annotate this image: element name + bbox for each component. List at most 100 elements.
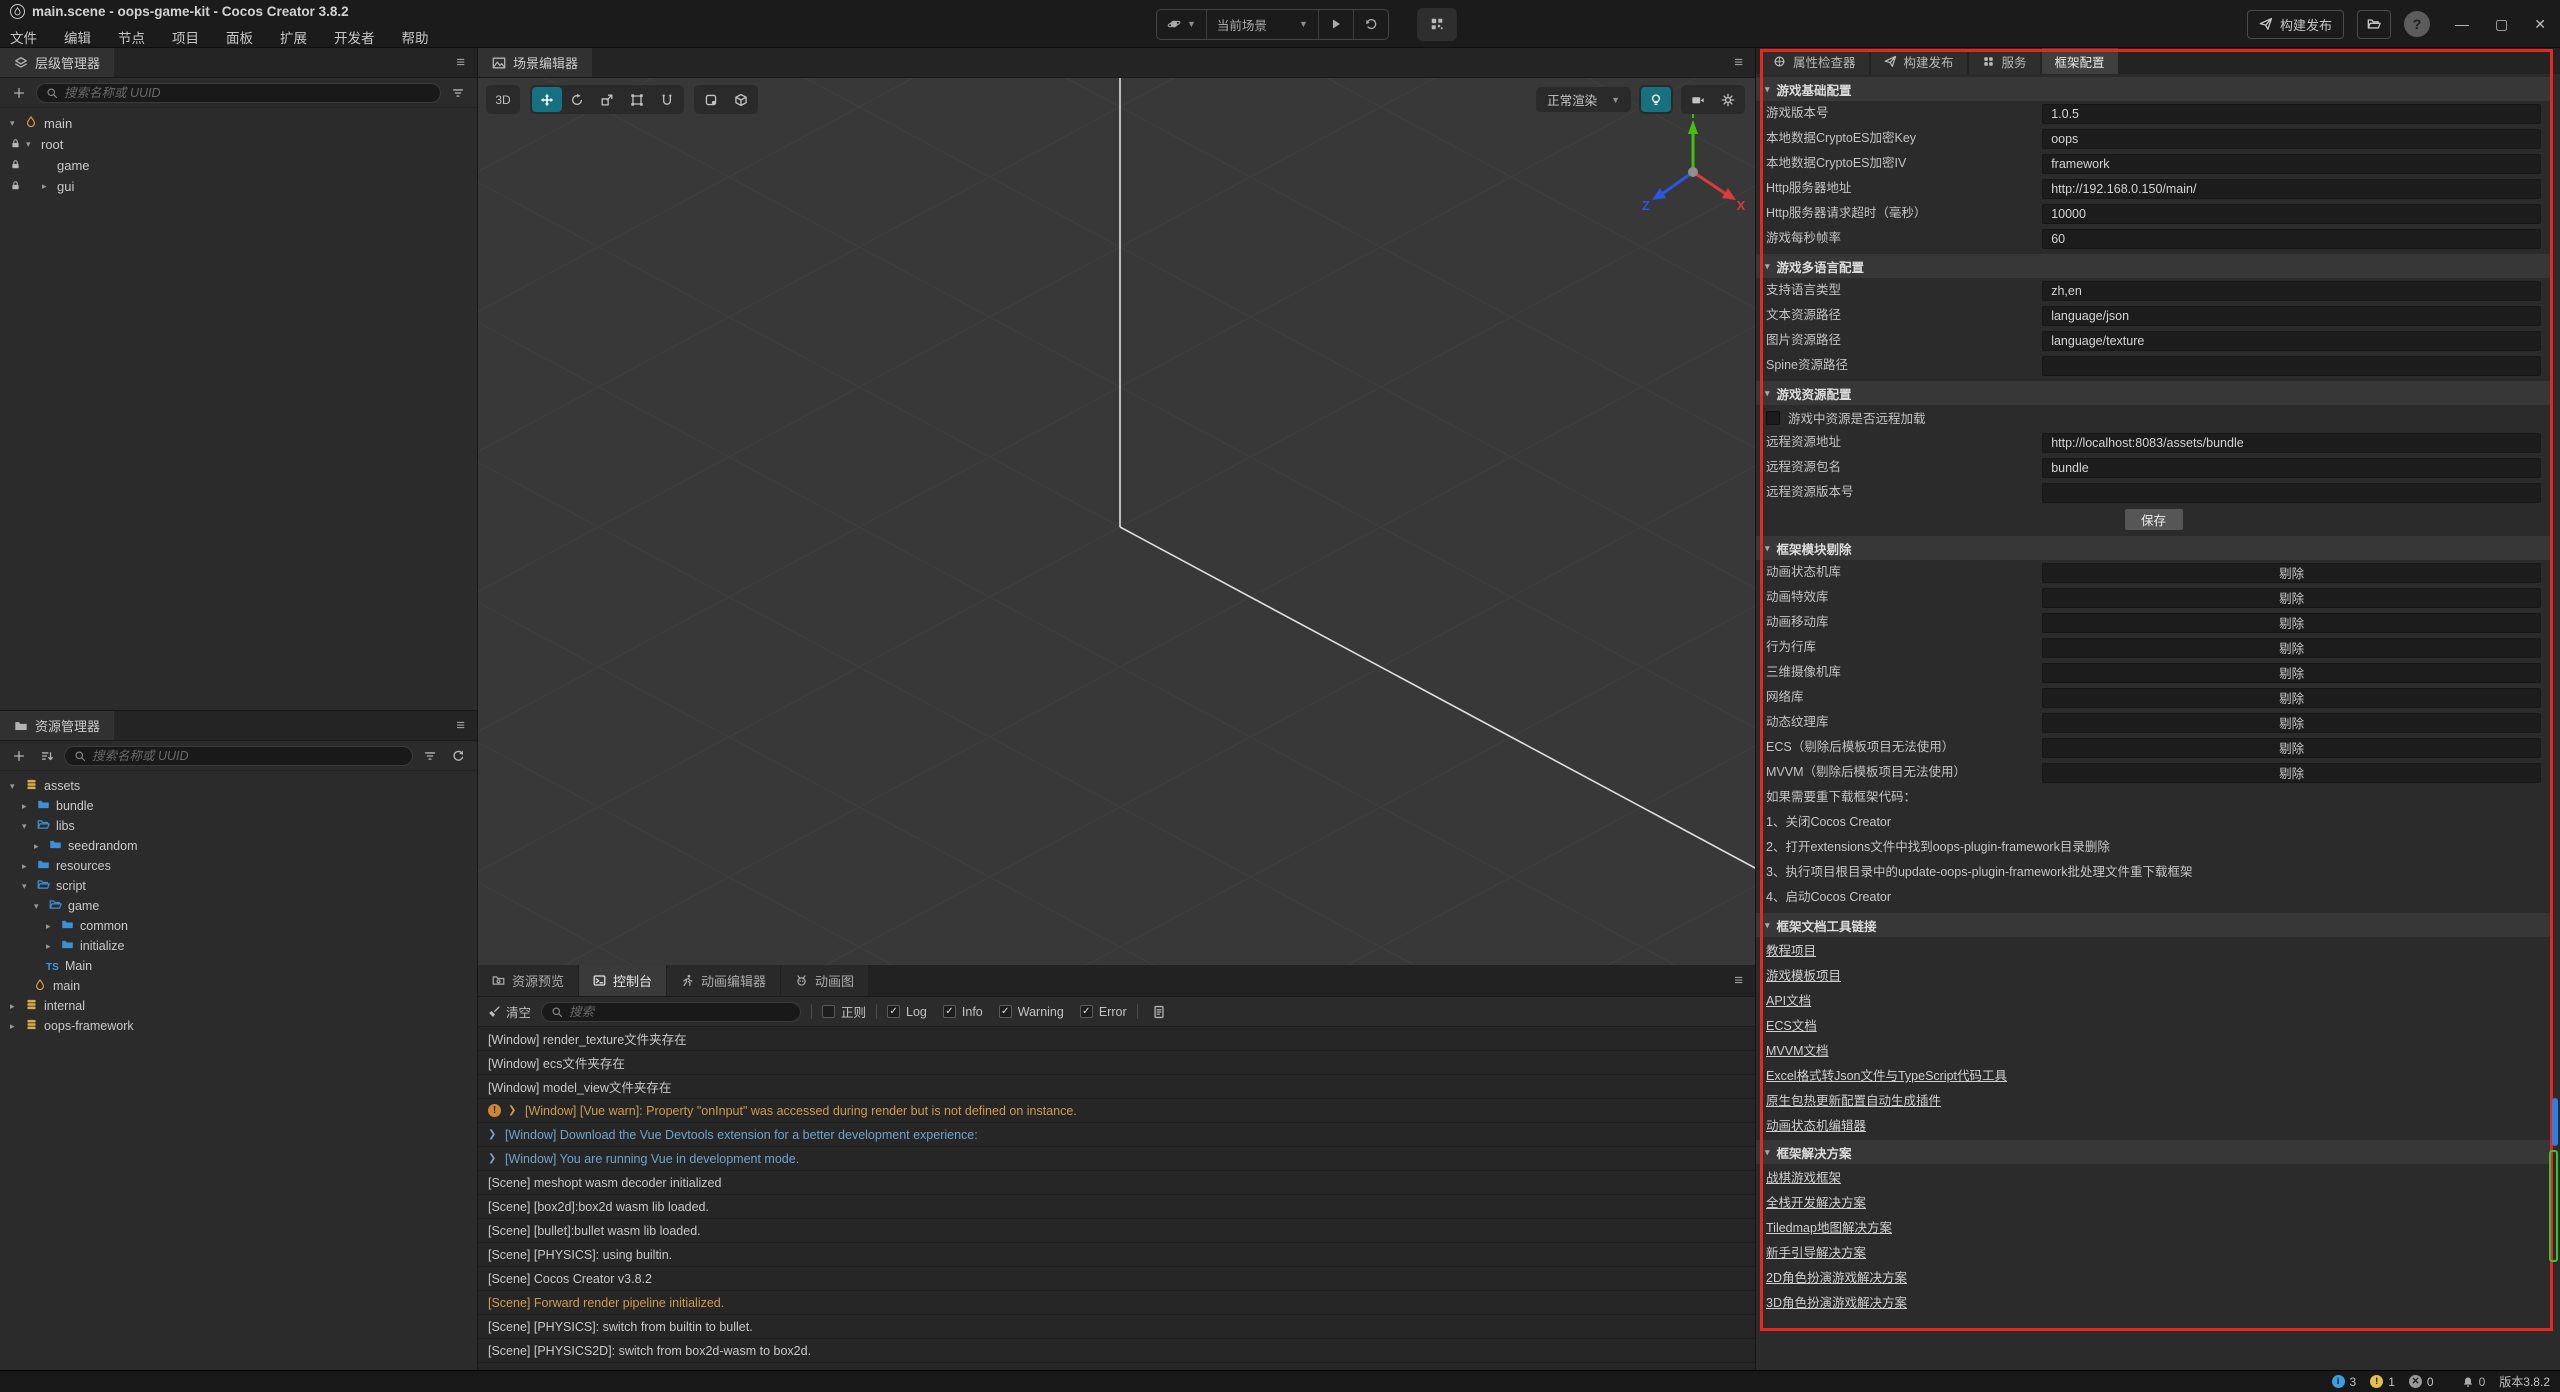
inspector-tab-2[interactable]: 服务 (1969, 48, 2040, 74)
asset-node-initialize[interactable]: ▸initialize (0, 936, 477, 956)
anchor-tool-button[interactable] (652, 87, 682, 112)
console-tab-2[interactable]: 动画编辑器 (667, 965, 781, 996)
console-menu-icon[interactable]: ≡ (1722, 965, 1755, 996)
error-count[interactable]: ✕ 0 (2409, 1375, 2434, 1389)
asset-node-oops-framework[interactable]: ▸oops-framework (0, 1016, 477, 1036)
assets-filter-button[interactable] (419, 746, 441, 766)
maximize-button[interactable]: ▢ (2495, 16, 2508, 33)
console-message-1[interactable]: [Window] ecs文件夹存在 (478, 1051, 1755, 1075)
minimize-button[interactable]: — (2455, 16, 2469, 33)
warning-count[interactable]: ! 1 (2370, 1375, 2395, 1389)
field-input[interactable] (2042, 229, 2541, 249)
console-message-7[interactable]: [Scene] [box2d]:box2d wasm lib loaded. (478, 1195, 1755, 1219)
section-header-3[interactable]: ▾框架模块剔除 (1756, 536, 2551, 560)
console-log-file-button[interactable] (1148, 1002, 1170, 1022)
doc-link[interactable]: MVVM文档 (1766, 1040, 1829, 1059)
chevron-right-icon[interactable]: ▸ (34, 841, 49, 852)
asset-node-bundle[interactable]: ▸bundle (0, 796, 477, 816)
hierarchy-node-root[interactable]: ▾root (0, 134, 477, 155)
field-input[interactable] (2042, 204, 2541, 224)
menu-item-7[interactable]: 帮助 (402, 27, 429, 47)
chevron-right-icon[interactable]: ▸ (10, 1021, 25, 1032)
console-tab-0[interactable]: 资源预览 (478, 965, 579, 996)
filter-error-checkbox[interactable]: ✓Error (1080, 1005, 1127, 1019)
save-button[interactable]: 保存 (2125, 509, 2183, 530)
console-message-0[interactable]: [Window] render_texture文件夹存在 (478, 1027, 1755, 1051)
remove-module-button[interactable]: 剔除 (2042, 638, 2541, 658)
filter-info-checkbox[interactable]: ✓Info (943, 1005, 983, 1019)
doc-link[interactable]: 原生包热更新配置自动生成插件 (1766, 1090, 1941, 1109)
remove-module-button[interactable]: 剔除 (2042, 613, 2541, 633)
expand-chevron-icon[interactable]: ❯ (488, 1129, 498, 1140)
expand-chevron-icon[interactable]: ❯ (488, 1153, 498, 1164)
asset-node-common[interactable]: ▸common (0, 916, 477, 936)
checkbox-icon[interactable] (1766, 411, 1780, 425)
console-message-10[interactable]: [Scene] Cocos Creator v3.8.2 (478, 1267, 1755, 1291)
doc-link[interactable]: 2D角色扮演游戏解决方案 (1766, 1267, 1907, 1286)
chevron-down-icon[interactable]: ▾ (10, 118, 25, 129)
field-input[interactable] (2042, 458, 2541, 478)
scene-tab[interactable]: 场景编辑器 (478, 48, 592, 77)
hierarchy-node-gui[interactable]: ▸gui (0, 176, 477, 197)
asset-node-Main[interactable]: TSMain (0, 956, 477, 976)
console-message-8[interactable]: [Scene] [bullet]:bullet wasm lib loaded. (478, 1219, 1755, 1243)
chevron-right-icon[interactable]: ▸ (10, 1001, 25, 1012)
remove-module-button[interactable]: 剔除 (2042, 688, 2541, 708)
doc-link[interactable]: 3D角色扮演游戏解决方案 (1766, 1292, 1907, 1311)
console-message-2[interactable]: [Window] model_view文件夹存在 (478, 1075, 1755, 1099)
chevron-right-icon[interactable]: ▸ (46, 921, 61, 932)
console-message-4[interactable]: ❯[Window] Download the Vue Devtools exte… (478, 1123, 1755, 1147)
doc-link[interactable]: 游戏模板项目 (1766, 965, 1841, 984)
asset-node-assets[interactable]: ▾assets (0, 776, 477, 796)
field-input[interactable] (2042, 179, 2541, 199)
hierarchy-node-game[interactable]: game (0, 155, 477, 176)
scrollbar-thumb[interactable] (2552, 1098, 2558, 1146)
info-count[interactable]: i 3 (2332, 1375, 2357, 1389)
menu-item-5[interactable]: 扩展 (280, 27, 307, 47)
menu-item-4[interactable]: 面板 (226, 27, 253, 47)
play-button[interactable] (1319, 10, 1354, 39)
preview-target-button[interactable]: ▼ (1157, 10, 1207, 39)
build-publish-button[interactable]: 构建发布 (2247, 10, 2344, 39)
scene-viewport[interactable] (478, 78, 1755, 965)
field-input[interactable] (2042, 331, 2541, 351)
hierarchy-search-input[interactable] (64, 86, 431, 100)
chevron-right-icon[interactable]: ▸ (22, 801, 37, 812)
scene-settings-button[interactable] (1713, 87, 1743, 112)
regex-checkbox[interactable]: 正则 (822, 1002, 866, 1021)
field-input[interactable] (2042, 483, 2541, 503)
console-message-5[interactable]: ❯[Window] You are running Vue in develop… (478, 1147, 1755, 1171)
filter-log-checkbox[interactable]: ✓Log (887, 1005, 927, 1019)
doc-link[interactable]: 教程项目 (1766, 940, 1816, 959)
section-header-0[interactable]: ▾游戏基础配置 (1756, 77, 2551, 101)
doc-link[interactable]: 全栈开发解决方案 (1766, 1192, 1866, 1211)
chevron-down-icon[interactable]: ▾ (26, 139, 41, 150)
3d-toggle-button[interactable]: 3D (488, 87, 518, 112)
asset-node-resources[interactable]: ▸resources (0, 856, 477, 876)
field-input[interactable] (2042, 154, 2541, 174)
render-mode-dropdown[interactable]: 正常渲染 ▼ (1536, 87, 1631, 112)
assets-menu-icon[interactable]: ≡ (444, 711, 477, 740)
asset-node-script[interactable]: ▾script (0, 876, 477, 896)
asset-node-internal[interactable]: ▸internal (0, 996, 477, 1016)
chevron-down-icon[interactable]: ▾ (10, 781, 25, 792)
remove-module-button[interactable]: 剔除 (2042, 763, 2541, 783)
menu-item-6[interactable]: 开发者 (334, 27, 375, 47)
assets-search-input[interactable] (92, 749, 403, 763)
open-project-folder-button[interactable] (2357, 10, 2391, 39)
help-button[interactable]: ? (2404, 11, 2430, 37)
hierarchy-menu-icon[interactable]: ≡ (444, 48, 477, 77)
preview-qr-button[interactable] (1417, 8, 1457, 41)
menu-item-2[interactable]: 节点 (118, 27, 145, 47)
section-header-5[interactable]: ▾框架解决方案 (1756, 1140, 2551, 1164)
console-message-13[interactable]: [Scene] [PHYSICS2D]: switch from box2d-w… (478, 1339, 1755, 1363)
filter-warning-checkbox[interactable]: ✓Warning (999, 1005, 1064, 1019)
expand-chevron-icon[interactable]: ❯ (508, 1105, 518, 1116)
console-message-12[interactable]: [Scene] [PHYSICS]: switch from builtin t… (478, 1315, 1755, 1339)
pivot-toggle-button[interactable] (696, 87, 726, 112)
chevron-down-icon[interactable]: ▾ (22, 821, 37, 832)
doc-link[interactable]: 新手引导解决方案 (1766, 1242, 1866, 1261)
rotate-tool-button[interactable] (562, 87, 592, 112)
remove-module-button[interactable]: 剔除 (2042, 713, 2541, 733)
inspector-tab-0[interactable]: 属性检查器 (1760, 48, 1869, 74)
